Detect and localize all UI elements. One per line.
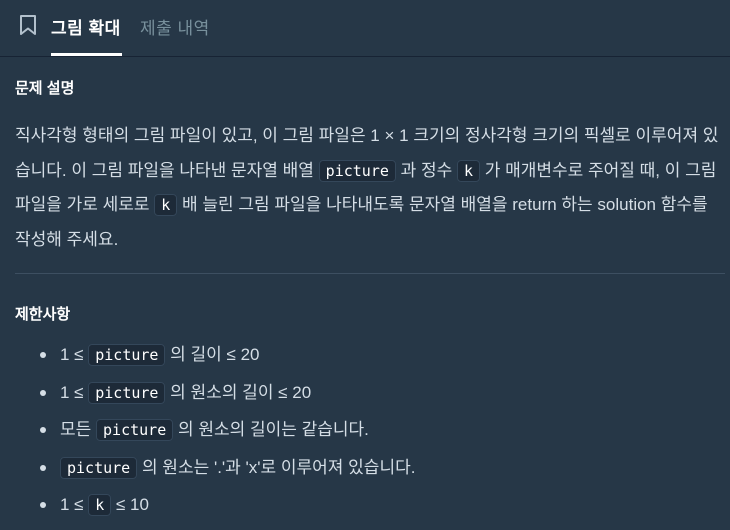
code-k: k xyxy=(88,494,112,517)
constraint-item: 모든 picture 의 원소의 길이는 같습니다. xyxy=(15,411,720,449)
code-picture: picture xyxy=(88,381,166,404)
desc-text-2: 과 정수 xyxy=(395,160,457,180)
code-k: k xyxy=(154,194,178,216)
active-tab-indicator xyxy=(51,53,122,56)
code-picture: picture xyxy=(60,456,138,479)
bookmark-icon[interactable] xyxy=(18,14,38,36)
constraint-pre: 1 ≤ xyxy=(60,495,89,515)
constraint-post: 의 원소는 '.'과 'x'로 이루어져 있습니다. xyxy=(137,457,416,477)
problem-description: 직사각형 형태의 그림 파일이 있고, 이 그림 파일은 1 × 1 크기의 정… xyxy=(15,119,720,257)
problem-description-heading: 문제 설명 xyxy=(15,80,75,97)
code-picture: picture xyxy=(96,419,174,442)
code-picture: picture xyxy=(88,344,166,366)
constraint-post: 의 길이 ≤ 20 xyxy=(165,345,260,364)
constraint-pre: 모든 xyxy=(60,420,97,440)
tab-picture-zoom[interactable]: 그림 확대 xyxy=(51,14,121,39)
tab-submission-history[interactable]: 제출 내역 xyxy=(140,14,210,39)
constraint-pre: 1 ≤ xyxy=(60,382,89,402)
constraint-item: 1 ≤ picture 의 길이 ≤ 20 xyxy=(15,336,720,374)
code-picture: picture xyxy=(318,159,396,182)
tab-bar: 그림 확대 제출 내역 xyxy=(0,0,730,57)
constraint-pre: 1 ≤ xyxy=(60,345,89,364)
constraints-heading: 제한사항 xyxy=(15,306,71,323)
constraint-post: 의 원소의 길이는 같습니다. xyxy=(173,420,369,440)
constraint-post: 의 원소의 길이 ≤ 20 xyxy=(165,382,312,402)
constraints-list: 1 ≤ picture 의 길이 ≤ 20 1 ≤ picture 의 원소의 … xyxy=(15,336,720,524)
constraint-post: ≤ 10 xyxy=(111,495,149,515)
code-k: k xyxy=(456,159,481,182)
constraint-item: picture 의 원소는 '.'과 'x'로 이루어져 있습니다. xyxy=(15,449,720,487)
constraint-item: 1 ≤ picture 의 원소의 길이 ≤ 20 xyxy=(15,374,720,412)
constraint-item: 1 ≤ k ≤ 10 xyxy=(15,486,720,524)
section-divider xyxy=(15,273,725,274)
